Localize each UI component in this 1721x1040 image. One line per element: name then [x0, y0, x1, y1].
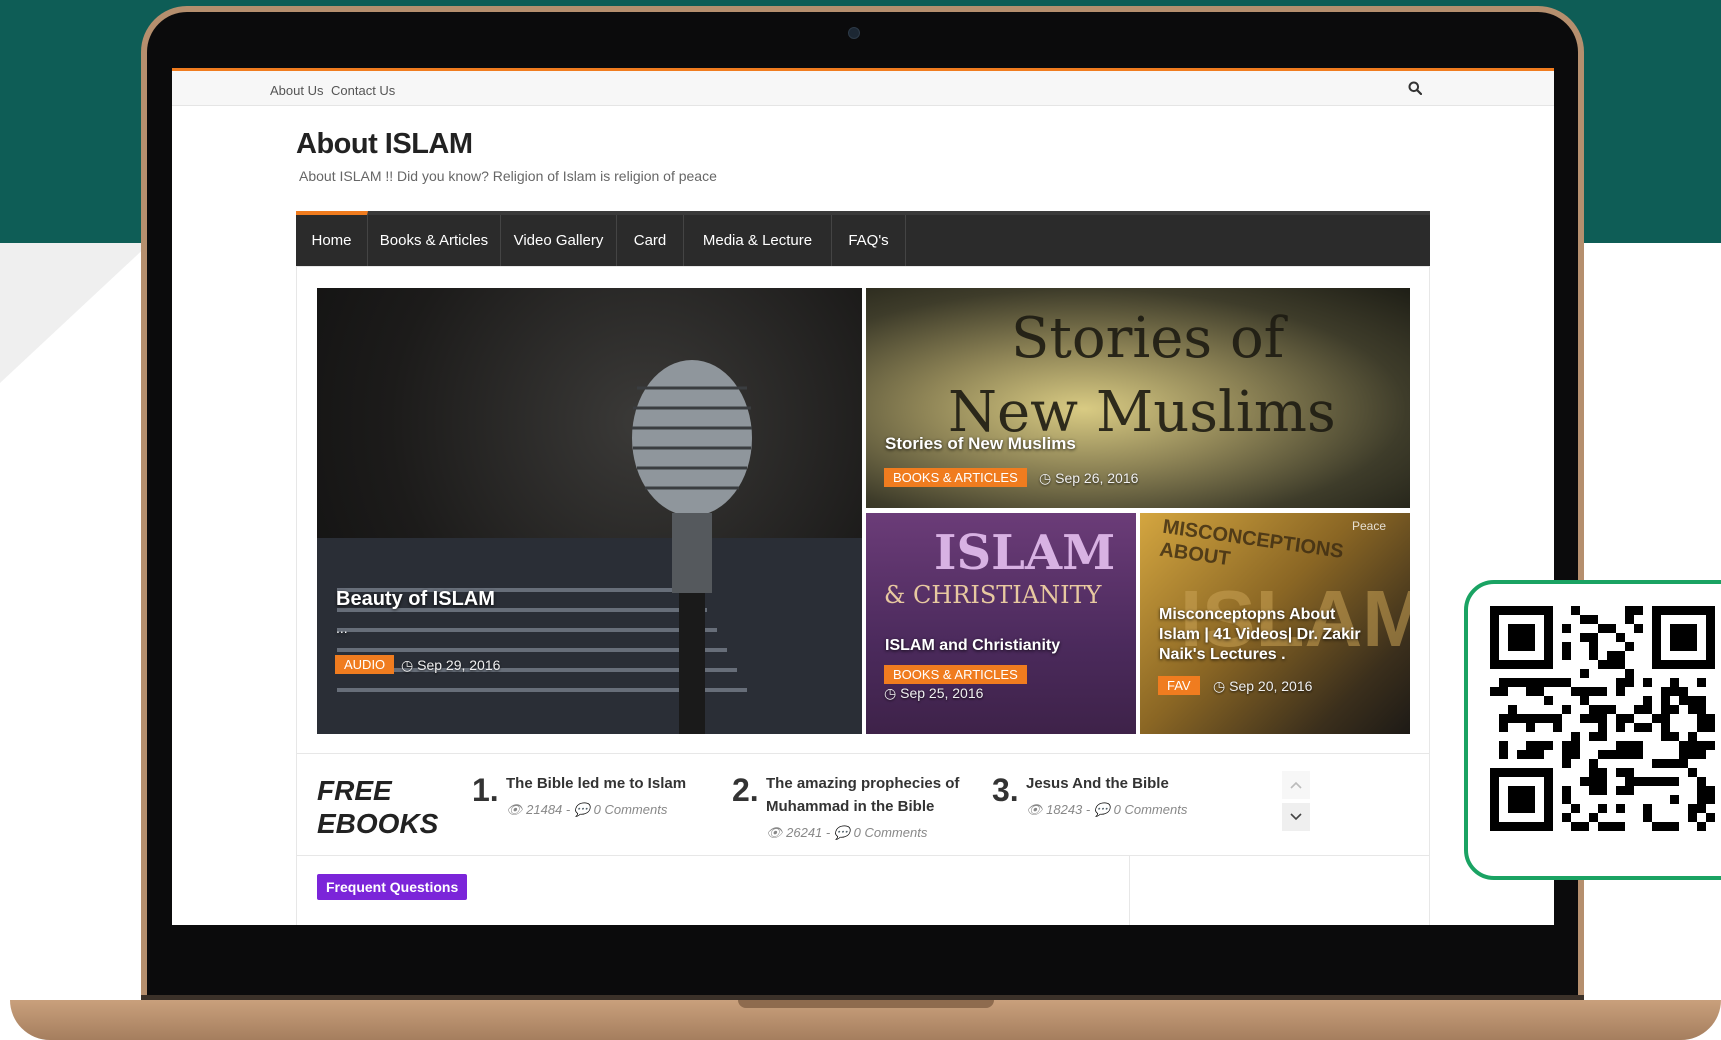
chevron-down-icon	[1290, 813, 1302, 821]
ebook-views: 26241	[786, 825, 823, 840]
laptop-notch	[738, 1000, 994, 1008]
featured-post-beauty-of-islam[interactable]: Beauty of ISLAM ... AUDIO ◷ Sep 29, 2016	[317, 288, 862, 734]
post-date-text: Sep 20, 2016	[1229, 678, 1313, 694]
free-ebooks-heading-line2: EBOOKS	[317, 808, 439, 839]
grey-wedge-decoration	[0, 243, 150, 383]
featured-post-islam-and-christianity[interactable]: ISLAM & CHRISTIANITY ISLAM and Christian…	[866, 513, 1136, 734]
microphone-image	[317, 360, 862, 734]
image-caption-line2: & CHRISTIANITY	[884, 581, 1102, 609]
post-date: ◷ Sep 26, 2016	[1039, 470, 1139, 486]
post-title[interactable]: Misconceptopns About Islam | 41 Videos| …	[1159, 605, 1379, 665]
ebook-title[interactable]: Jesus And the Bible	[1026, 772, 1236, 795]
section-divider	[296, 753, 1430, 754]
ebook-meta: 👁 21484 - 💬 0 Comments	[506, 802, 668, 817]
ebook-views: 18243	[1046, 802, 1083, 817]
category-badge[interactable]: BOOKS & ARTICLES	[884, 468, 1027, 487]
ebook-comments: 0 Comments	[593, 802, 668, 817]
category-badge[interactable]: BOOKS & ARTICLES	[884, 665, 1027, 684]
ebook-comments: 0 Comments	[1113, 802, 1188, 817]
ebook-rank: 2.	[732, 772, 759, 808]
scroll-up-button[interactable]	[1282, 771, 1310, 799]
camera-icon	[848, 27, 860, 39]
ebook-rank: 3.	[992, 772, 1019, 808]
site-tagline: About ISLAM !! Did you know? Religion of…	[299, 168, 717, 184]
post-title[interactable]: Stories of New Muslims	[885, 434, 1076, 454]
ebook-comments: 0 Comments	[853, 825, 928, 840]
free-ebooks-heading-line1: FREE	[317, 775, 392, 806]
image-caption-line1: Stories of	[1011, 306, 1285, 371]
column-divider	[1129, 856, 1130, 925]
top-link-contact-us[interactable]: Contact Us	[331, 83, 395, 98]
ebook-views: 21484	[526, 802, 563, 817]
category-badge[interactable]: FAV	[1158, 676, 1200, 695]
search-icon[interactable]	[1408, 81, 1422, 95]
featured-post-stories-of-new-muslims[interactable]: Stories of New Muslims Stories of New Mu…	[866, 288, 1410, 508]
scroll-down-button[interactable]	[1282, 803, 1310, 831]
post-date-text: Sep 26, 2016	[1055, 470, 1139, 486]
image-caption-line1: ISLAM	[934, 525, 1116, 581]
post-date: ◷ Sep 25, 2016	[884, 685, 984, 701]
post-date: ◷ Sep 29, 2016	[401, 657, 501, 673]
category-badge[interactable]: AUDIO	[335, 655, 395, 674]
frequent-questions-badge[interactable]: Frequent Questions	[317, 874, 468, 900]
nav-item-books-articles[interactable]: Books & Articles	[368, 215, 501, 266]
ebook-title[interactable]: The Bible led me to Islam	[506, 772, 716, 795]
chevron-up-icon	[1290, 781, 1302, 789]
post-date: ◷ Sep 20, 2016	[1213, 678, 1313, 694]
featured-post-misconceptions[interactable]: MISCONCEPTIONS ABOUT ISLAM Peace Misconc…	[1140, 513, 1410, 734]
post-title[interactable]: Beauty of ISLAM	[336, 588, 495, 611]
ebook-rank: 1.	[472, 772, 499, 808]
ebook-meta: 👁 26241 - 💬 0 Comments	[766, 825, 928, 840]
ebook-title[interactable]: The amazing prophecies of Muhammad in th…	[766, 772, 976, 818]
free-ebooks-heading: FREE EBOOKS	[317, 774, 438, 840]
top-bar: About Us Contact Us	[172, 68, 1554, 106]
top-link-about-us[interactable]: About Us	[270, 83, 323, 98]
post-title[interactable]: ISLAM and Christianity	[885, 637, 1060, 655]
ebook-meta: 👁 18243 - 💬 0 Comments	[1026, 802, 1188, 817]
qr-code-card	[1464, 580, 1721, 880]
nav-item-card[interactable]: Card	[617, 215, 684, 266]
post-excerpt: ...	[336, 620, 348, 636]
nav-item-faqs[interactable]: FAQ's	[832, 215, 906, 266]
browser-viewport: About Us Contact Us About ISLAM About IS…	[172, 68, 1554, 925]
main-nav: Home Books & Articles Video Gallery Card…	[296, 211, 1430, 266]
nav-item-media-lecture[interactable]: Media & Lecture	[684, 215, 832, 266]
nav-item-video-gallery[interactable]: Video Gallery	[501, 215, 617, 266]
section-divider	[296, 855, 1430, 856]
site-title[interactable]: About ISLAM	[296, 128, 473, 161]
post-date-text: Sep 29, 2016	[417, 657, 501, 673]
qr-code-icon[interactable]	[1468, 584, 1721, 876]
nav-item-home[interactable]: Home	[296, 211, 368, 266]
peace-tv-logo: Peace	[1352, 519, 1387, 533]
post-date-text: Sep 25, 2016	[900, 685, 984, 701]
